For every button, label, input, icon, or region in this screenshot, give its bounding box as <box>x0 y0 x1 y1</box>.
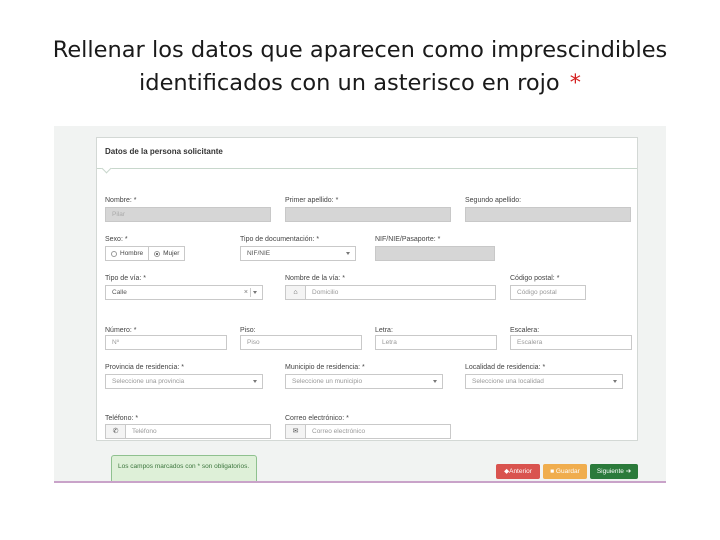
codigo-postal-label: Código postal: * <box>510 275 560 282</box>
numero-input[interactable]: Nº <box>105 335 227 350</box>
nombre-via-input[interactable]: ⌂ Domicilio <box>285 285 496 300</box>
sexo-option-hombre[interactable]: Hombre <box>106 247 148 260</box>
escalera-label: Escalera: <box>510 327 540 334</box>
primer-apellido-label: Primer apellido: * <box>285 197 339 204</box>
tipo-via-label: Tipo de vía: * <box>105 275 146 282</box>
piso-input[interactable]: Piso <box>240 335 362 350</box>
primer-apellido-input[interactable] <box>285 207 451 222</box>
nif-label: NIF/NIE/Pasaporte: * <box>375 236 441 243</box>
select-separator <box>250 288 251 297</box>
municipio-select[interactable]: Seleccione un municipio <box>285 374 443 389</box>
slide-title-line-1: Rellenar los datos que aparecen como imp… <box>52 37 668 63</box>
correo-label: Correo electrónico: * <box>285 415 349 422</box>
escalera-input[interactable]: Escalera <box>510 335 632 350</box>
slide-title: Rellenar los datos que aparecen como imp… <box>20 34 700 100</box>
tipo-via-value: Calle <box>112 289 127 296</box>
codigo-postal-input[interactable]: Código postal <box>510 285 586 300</box>
municipio-label: Municipio de residencia: * <box>285 364 365 371</box>
letra-input[interactable]: Letra <box>375 335 497 350</box>
radio-mujer-icon <box>154 250 161 257</box>
telefono-input[interactable]: ✆ Teléfono <box>105 424 271 439</box>
telefono-label: Teléfono: * <box>105 415 139 422</box>
clear-icon[interactable]: × <box>244 286 248 299</box>
guardar-button[interactable]: ■ Guardar <box>543 464 587 479</box>
slide-title-line-2: identificados con un asterisco en rojo * <box>20 67 700 100</box>
correo-placeholder: Correo electrónico <box>312 428 366 435</box>
sexo-option-mujer-label: Mujer <box>163 250 180 257</box>
sexo-option-mujer[interactable]: Mujer <box>148 247 184 260</box>
provincia-label: Provincia de residencia: * <box>105 364 184 371</box>
localidad-select[interactable]: Seleccione una localidad <box>465 374 623 389</box>
panel-notch <box>101 163 112 174</box>
nombre-label: Nombre: * <box>105 197 137 204</box>
slide-title-line-2-text: identificados con un asterisco en rojo <box>139 70 560 96</box>
home-icon: ⌂ <box>286 286 306 299</box>
piso-label: Piso: <box>240 327 256 334</box>
segundo-apellido-input[interactable] <box>465 207 631 222</box>
nif-input[interactable] <box>375 246 495 261</box>
sexo-option-hombre-label: Hombre <box>120 250 144 257</box>
telefono-placeholder: Teléfono <box>132 428 157 435</box>
envelope-icon: ✉ <box>286 425 306 438</box>
sexo-label: Sexo: * <box>105 236 128 243</box>
letra-label: Letra: <box>375 327 393 334</box>
form-screenshot: Datos de la persona solicitante Nombre: … <box>54 126 666 483</box>
panel-divider <box>97 168 637 169</box>
nombre-via-label: Nombre de la vía: * <box>285 275 345 282</box>
applicant-panel: Datos de la persona solicitante Nombre: … <box>96 137 638 441</box>
segundo-apellido-label: Segundo apellido: <box>465 197 522 204</box>
nombre-input[interactable]: Pilar <box>105 207 271 222</box>
phone-icon: ✆ <box>106 425 126 438</box>
panel-title: Datos de la persona solicitante <box>105 147 223 156</box>
required-fields-note: Los campos marcados con * son obligatori… <box>111 455 257 481</box>
red-asterisk: * <box>569 70 581 96</box>
numero-label: Número: * <box>105 327 137 334</box>
tipo-via-select[interactable]: Calle × <box>105 285 263 300</box>
provincia-select[interactable]: Seleccione una provincia <box>105 374 263 389</box>
siguiente-button[interactable]: Siguiente ➔ <box>590 464 638 479</box>
anterior-button[interactable]: ◆Anterior <box>496 464 540 479</box>
nombre-via-placeholder: Domicilio <box>312 289 339 296</box>
tipo-documento-label: Tipo de documentación: * <box>240 236 320 243</box>
correo-input[interactable]: ✉ Correo electrónico <box>285 424 451 439</box>
radio-hombre-icon <box>111 250 117 257</box>
localidad-label: Localidad de residencia: * <box>465 364 546 371</box>
tipo-documento-select[interactable]: NIF/NIE <box>240 246 356 261</box>
sexo-radio-group: Hombre Mujer <box>105 246 186 261</box>
